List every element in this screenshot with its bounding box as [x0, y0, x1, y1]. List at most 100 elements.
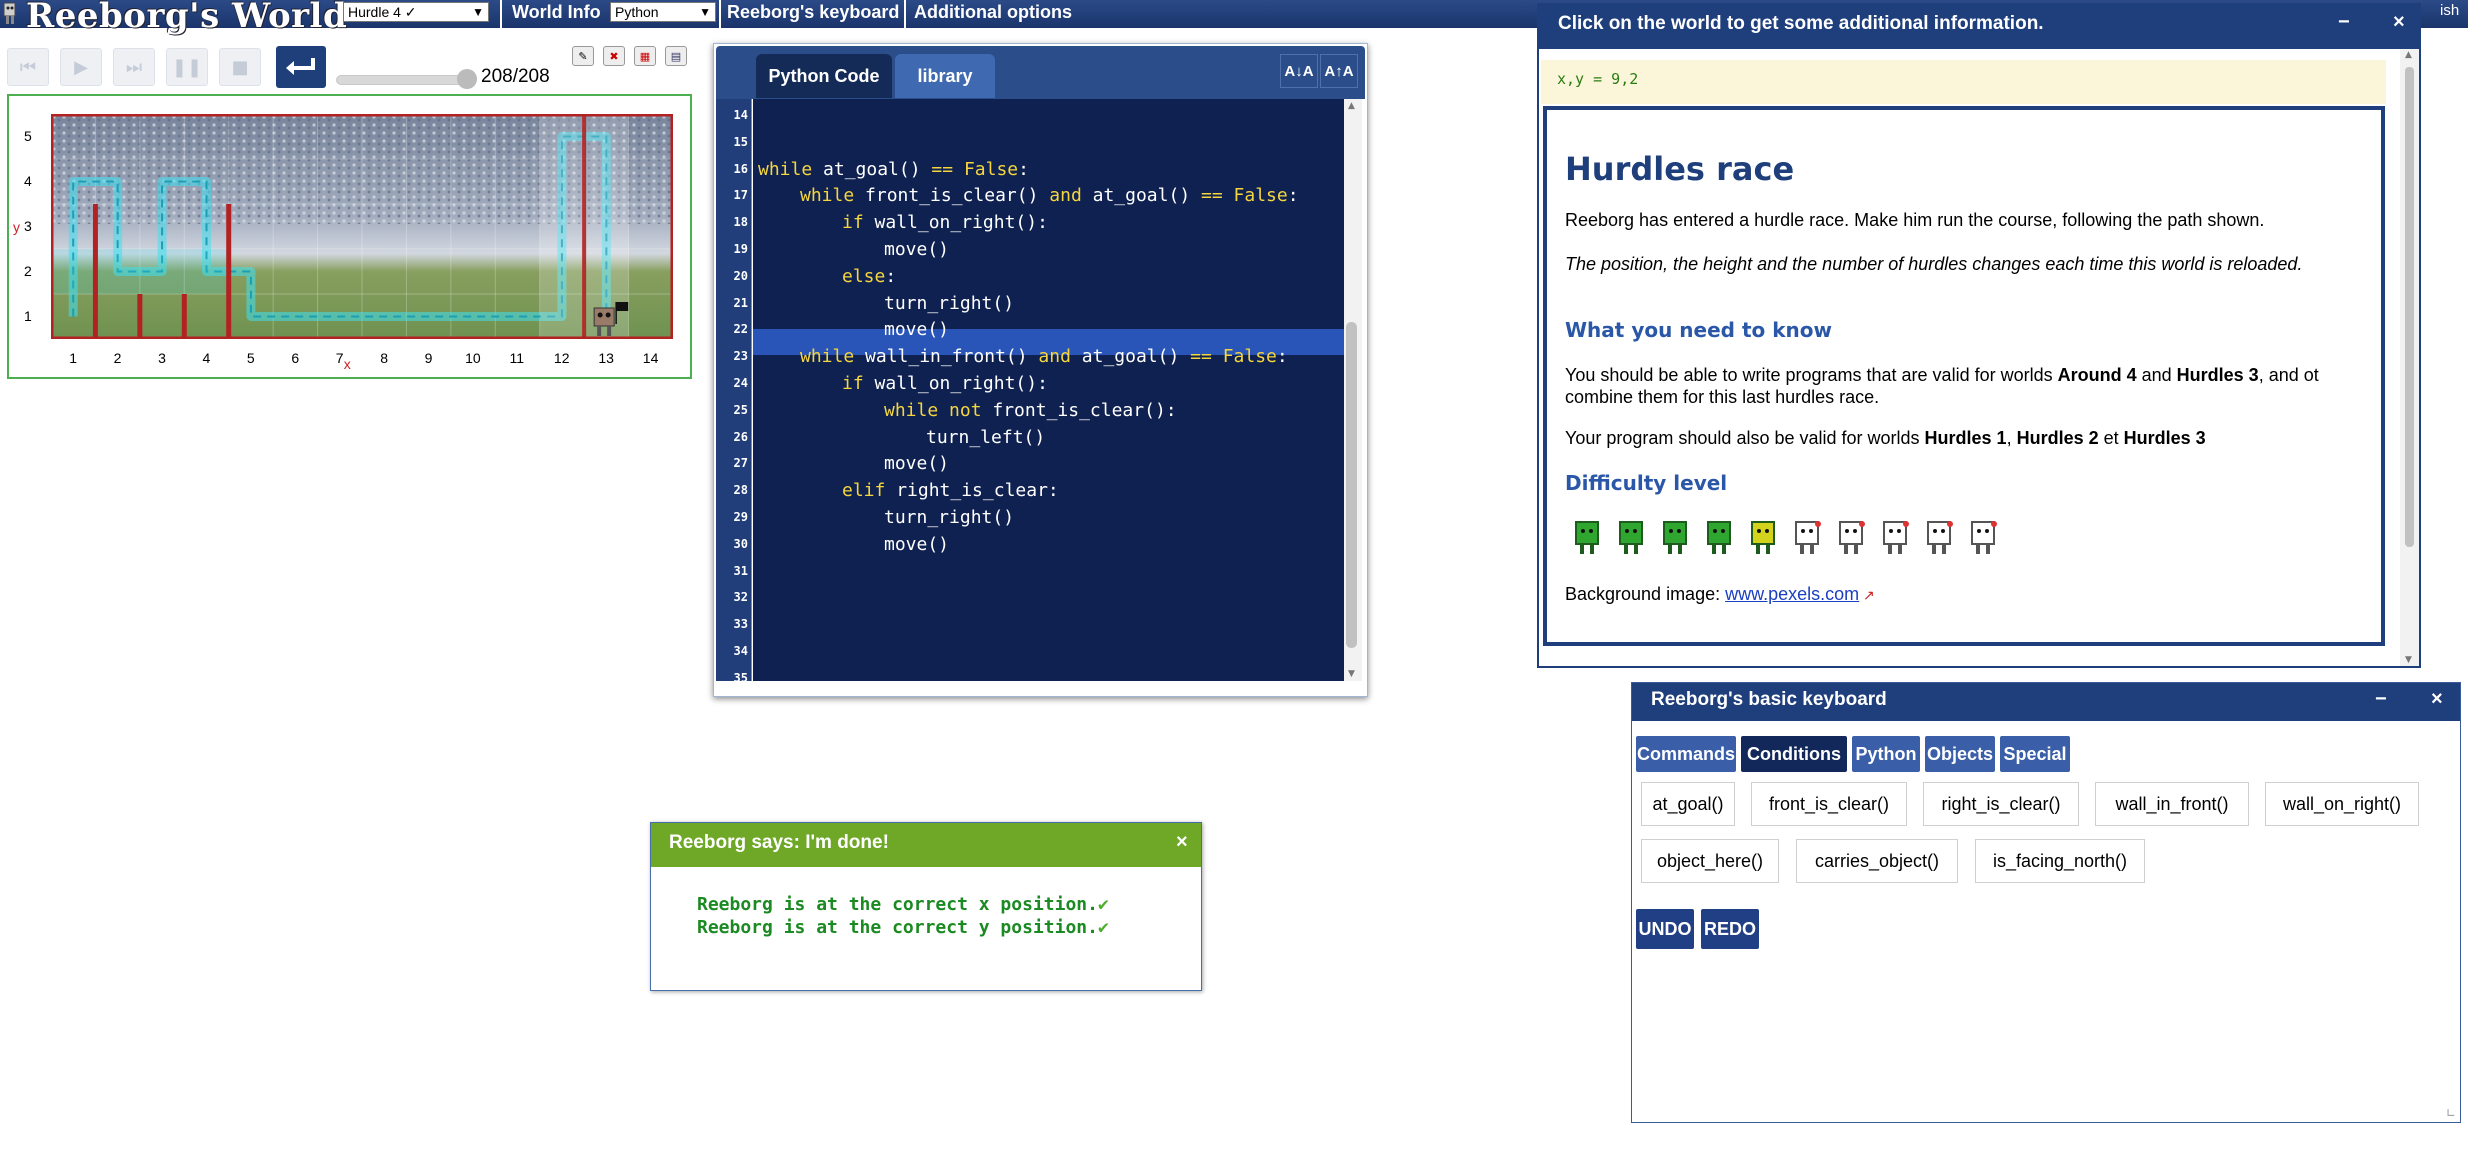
code-line[interactable]: while front_is_clear() and at_goal() == …: [800, 185, 1299, 206]
code-line[interactable]: elif right_is_clear:: [842, 480, 1059, 501]
play-icon: ▶: [74, 56, 88, 78]
code-keyword: while: [800, 185, 855, 207]
keyboard-tab-objects[interactable]: Objects: [1925, 736, 1995, 772]
info-scroll-thumb[interactable]: [2405, 67, 2414, 547]
condition-button[interactable]: object_here(): [1641, 839, 1779, 883]
close-icon[interactable]: ×: [2431, 688, 2443, 711]
world-title: Hurdles race: [1565, 150, 1795, 188]
difficulty-robot-icon: [1660, 518, 1690, 558]
resize-handle-icon[interactable]: ∟: [2446, 1106, 2456, 1120]
background-credit: Background image: www.pexels.com ↗: [1565, 584, 1875, 604]
code-line[interactable]: else:: [842, 266, 896, 287]
line-number: 18: [733, 215, 748, 230]
y-tick-label: 3: [24, 217, 32, 234]
code-line[interactable]: move(): [884, 534, 949, 555]
condition-button[interactable]: front_is_clear(): [1751, 782, 1907, 826]
code-text: turn_right(): [884, 507, 1015, 528]
pexels-link[interactable]: www.pexels.com: [1725, 584, 1859, 604]
editor-scroll-thumb[interactable]: [1346, 322, 1357, 648]
close-icon[interactable]: ×: [2393, 11, 2405, 34]
close-icon[interactable]: ×: [1176, 831, 1188, 854]
goal-flag-icon: [616, 302, 629, 311]
reeborg-logo-icon: [2, 0, 18, 26]
keyboard-tab-conditions[interactable]: Conditions: [1741, 736, 1847, 772]
code-text: move(): [884, 239, 950, 260]
world-canvas[interactable]: [51, 114, 673, 339]
x-tick-label: 5: [246, 350, 255, 366]
keyboard-tab-python[interactable]: Python: [1852, 736, 1920, 772]
speed-slider-handle[interactable]: [457, 69, 477, 89]
pause-icon: ❚❚: [171, 56, 203, 78]
condition-button[interactable]: wall_in_front(): [2095, 782, 2249, 826]
run-button[interactable]: ▶: [60, 48, 102, 86]
condition-button[interactable]: right_is_clear(): [1923, 782, 2079, 826]
tab-python-code[interactable]: Python Code: [756, 54, 892, 98]
tab-library[interactable]: library: [895, 54, 995, 98]
y-tick-label: 4: [24, 172, 32, 189]
scroll-down-icon[interactable]: ▼: [1348, 669, 1355, 679]
x-tick-label: 4: [202, 350, 211, 366]
code-line[interactable]: move(): [884, 319, 949, 340]
edit-world-icon[interactable]: ✎: [572, 46, 594, 66]
y-axis-label: y: [13, 218, 20, 235]
code-text: at_goal(): [1070, 346, 1191, 368]
line-number: 35: [733, 670, 748, 685]
language-toggle[interactable]: ish: [2440, 2, 2468, 19]
difficulty-robot-icon: [1616, 518, 1646, 558]
undo-button[interactable]: UNDO: [1636, 909, 1694, 949]
font-decrease-button[interactable]: A↓A: [1280, 54, 1318, 88]
scroll-up-icon[interactable]: ▲: [1348, 101, 1355, 111]
requirements-paragraph: You should be able to write programs tha…: [1565, 365, 2319, 407]
code-line[interactable]: if wall_on_right():: [842, 373, 1048, 394]
x-tick-label: 13: [598, 350, 614, 366]
code-line[interactable]: turn_right(): [884, 293, 1014, 314]
code-keyword: if: [842, 212, 864, 234]
minimize-icon[interactable]: −: [2338, 11, 2350, 34]
font-increase-button[interactable]: A↑A: [1320, 54, 1358, 88]
world-select[interactable]: Hurdle 4 ✓ ▼: [343, 2, 489, 22]
difficulty-robot-icon: [1704, 518, 1734, 558]
description-paragraph: Reeborg has entered a hurdle race. Make …: [1565, 210, 2265, 230]
keyboard-tab-special[interactable]: Special: [2000, 736, 2070, 772]
keyboard-button[interactable]: Reeborg's keyboard: [727, 0, 899, 24]
reload-world-button[interactable]: [276, 46, 326, 88]
line-number: 23: [733, 349, 748, 364]
additional-options-button[interactable]: Additional options: [914, 0, 1072, 24]
line-number: 31: [733, 563, 748, 578]
code-text: :: [885, 265, 897, 287]
step-button[interactable]: ⏭: [113, 48, 155, 86]
stop-button[interactable]: ■: [219, 48, 261, 86]
code-line[interactable]: if wall_on_right():: [842, 212, 1048, 233]
condition-button[interactable]: at_goal(): [1641, 782, 1735, 826]
redo-button[interactable]: REDO: [1701, 909, 1759, 949]
condition-button[interactable]: wall_on_right(): [2265, 782, 2419, 826]
code-line[interactable]: move(): [884, 239, 949, 260]
code-keyword: while: [758, 158, 813, 180]
clear-icon[interactable]: ✖: [603, 46, 625, 66]
code-line[interactable]: move(): [884, 453, 949, 474]
trace-icon[interactable]: ▦: [634, 46, 656, 66]
scroll-down-icon[interactable]: ▼: [2405, 655, 2412, 665]
code-text: :: [1287, 185, 1299, 207]
pause-button[interactable]: ❚❚: [166, 48, 208, 86]
code-text: front_is_clear():: [981, 399, 1177, 421]
language-select[interactable]: Python ▼: [610, 2, 716, 22]
reload-button[interactable]: ⏮: [7, 48, 49, 86]
code-line[interactable]: while wall_in_front() and at_goal() == F…: [800, 346, 1288, 367]
code-line[interactable]: turn_left(): [926, 427, 1045, 448]
world-info-button[interactable]: World Info: [512, 0, 601, 24]
code-lines[interactable]: 14 15 16 while at_goal() == False: 17 while f…: [716, 99, 1344, 685]
scroll-up-icon[interactable]: ▲: [2405, 50, 2412, 60]
robot-leg: [597, 326, 602, 336]
minimize-icon[interactable]: −: [2375, 688, 2387, 711]
save-world-icon[interactable]: ▤: [665, 46, 687, 66]
code-line[interactable]: while not front_is_clear():: [884, 400, 1177, 421]
code-line[interactable]: turn_right(): [884, 507, 1014, 528]
code-line[interactable]: while at_goal() == False:: [758, 159, 1029, 180]
line-number: 15: [733, 134, 748, 149]
keyboard-tab-commands[interactable]: Commands: [1636, 736, 1736, 772]
condition-button[interactable]: is_facing_north(): [1975, 839, 2145, 883]
speed-slider-track[interactable]: [336, 75, 472, 85]
x-tick-label: 9: [424, 350, 433, 366]
condition-button[interactable]: carries_object(): [1796, 839, 1958, 883]
